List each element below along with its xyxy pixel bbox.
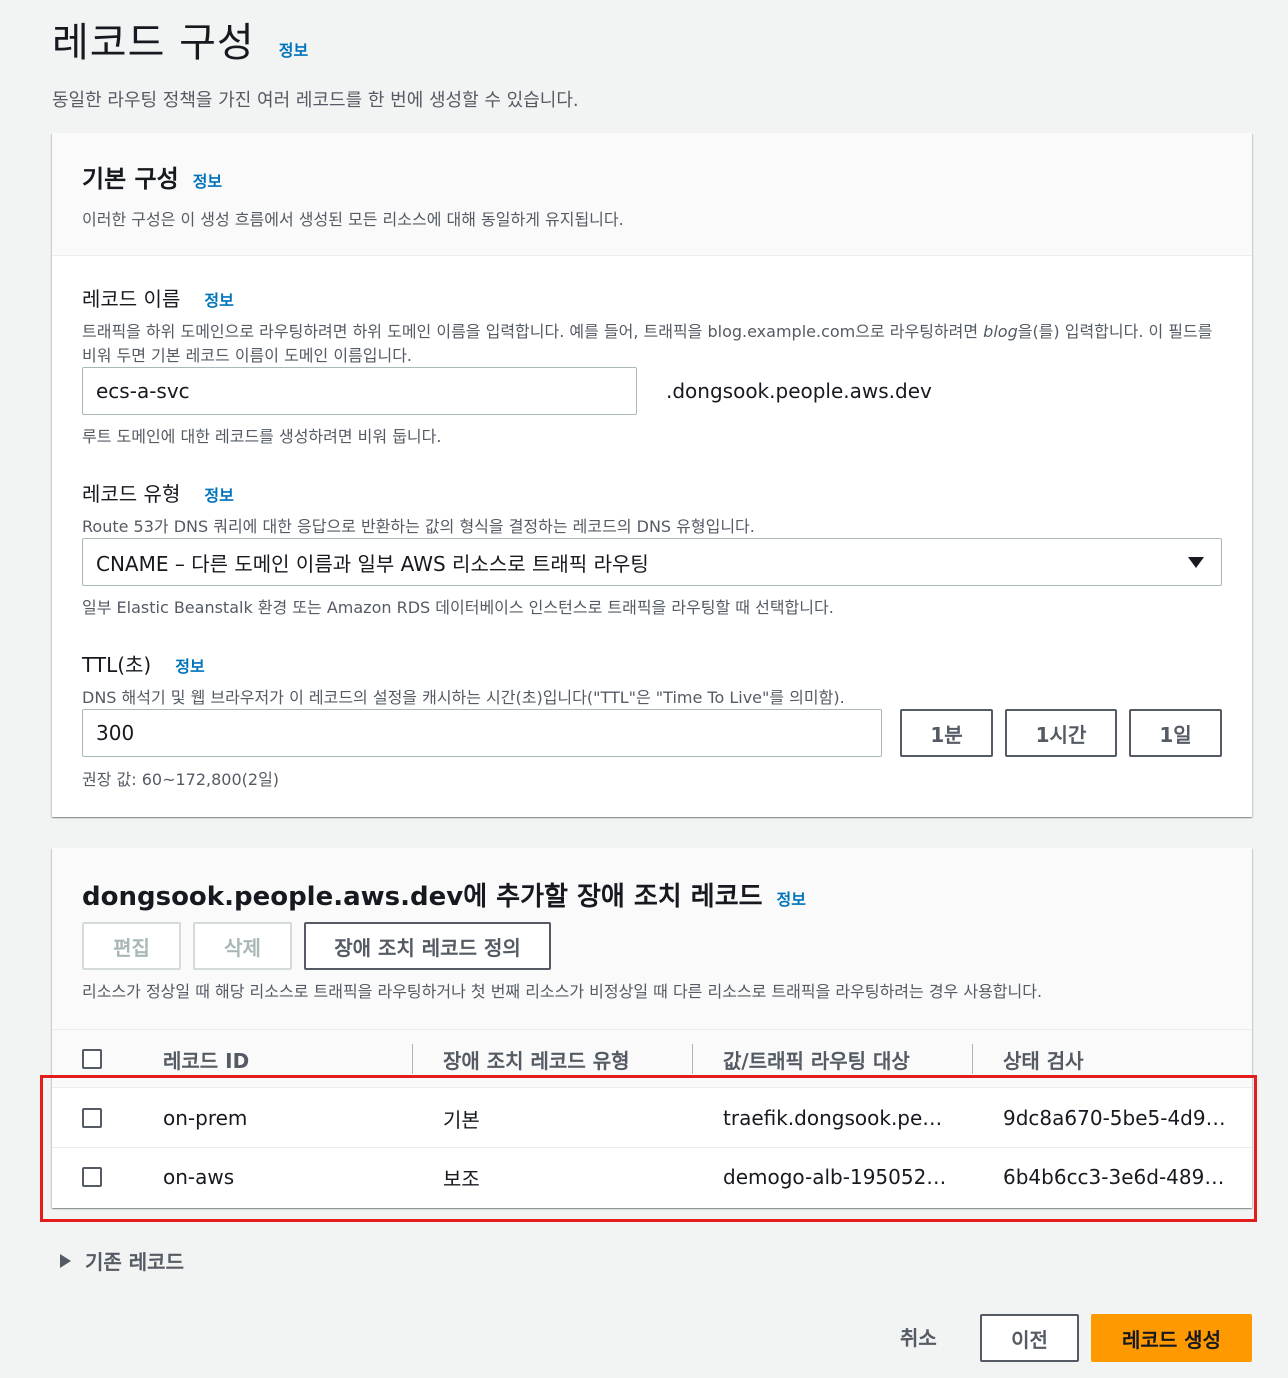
caret-down-icon (1188, 556, 1204, 568)
ttl-info-link[interactable]: 정보 (175, 653, 204, 677)
column-separator (692, 1044, 693, 1074)
record-type-description: Route 53가 DNS 쿼리에 대한 응답으로 반환하는 값의 형식을 결정… (82, 517, 755, 536)
failover-description: 리소스가 정상일 때 해당 리소스로 트래픽을 라우팅하거나 첫 번째 리소스가… (82, 982, 1043, 1001)
column-separator (972, 1044, 973, 1074)
record-type-info-link[interactable]: 정보 (204, 482, 233, 506)
ttl-input[interactable]: 300 (82, 709, 882, 757)
record-name-info-link[interactable]: 정보 (204, 287, 233, 311)
page-title: 레코드 구성 (52, 20, 255, 66)
record-type-label: 레코드 유형 (82, 482, 181, 506)
record-type-select[interactable]: CNAME – 다른 도메인 이름과 일부 AWS 리소스로 트래픽 라우팅 (82, 538, 1222, 586)
failover-records-title: dongsook.people.aws.dev에 추가할 장애 조치 레코드 (82, 882, 763, 912)
ttl-constraint: 권장 값: 60~172,800(2일) (82, 770, 280, 789)
ttl-description: DNS 해석기 및 웹 브라우저가 이 레코드의 설정을 캐시하는 시간(초)입… (82, 688, 845, 707)
basic-config-info-link[interactable]: 정보 (193, 168, 222, 192)
basic-config-header: 기본 구성 정보 이러한 구성은 이 생성 흐름에서 생성된 모든 리소스에 대… (52, 133, 1252, 256)
define-failover-record-button[interactable]: 장애 조치 레코드 정의 (304, 922, 551, 970)
basic-config-panel: 기본 구성 정보 이러한 구성은 이 생성 흐름에서 생성된 모든 리소스에 대… (52, 133, 1252, 817)
page-title-row: 레코드 구성 정보 (52, 10, 579, 68)
record-type-selected: CNAME – 다른 도메인 이름과 일부 AWS 리소스로 트래픽 라우팅 (96, 551, 649, 576)
page-header: 레코드 구성 정보 동일한 라우팅 정책을 가진 여러 레코드를 한 번에 생성… (52, 10, 579, 112)
domain-suffix: .dongsook.people.aws.dev (666, 379, 932, 403)
ttl-1-day-button[interactable]: 1일 (1129, 709, 1222, 757)
rows-highlight-box (40, 1075, 1257, 1222)
failover-records-header: dongsook.people.aws.dev에 추가할 장애 조치 레코드 정… (52, 848, 1252, 1030)
previous-button[interactable]: 이전 (980, 1314, 1079, 1362)
caret-right-icon (60, 1253, 71, 1268)
failover-info-link[interactable]: 정보 (777, 886, 806, 910)
create-records-button[interactable]: 레코드 생성 (1091, 1314, 1252, 1362)
record-name-description: 트래픽을 하위 도메인으로 라우팅하려면 하위 도메인 이름을 입력합니다. 예… (82, 322, 1213, 365)
basic-config-title: 기본 구성 (82, 165, 179, 193)
column-separator (412, 1044, 413, 1074)
page-info-link[interactable]: 정보 (279, 37, 308, 61)
ttl-field: TTL(초) 정보 DNS 해석기 및 웹 브라우저가 이 레코드의 설정을 캐… (82, 649, 1222, 710)
ttl-1-minute-button[interactable]: 1분 (900, 709, 993, 757)
ttl-label: TTL(초) (82, 653, 152, 677)
existing-records-expander[interactable]: 기존 레코드 (60, 1246, 184, 1275)
record-name-constraint: 루트 도메인에 대한 레코드를 생성하려면 비워 둡니다. (82, 427, 442, 446)
record-name-input[interactable]: ecs-a-svc (82, 367, 637, 415)
basic-config-description: 이러한 구성은 이 생성 흐름에서 생성된 모든 리소스에 대해 동일하게 유지… (82, 210, 624, 229)
ttl-1-hour-button[interactable]: 1시간 (1005, 709, 1117, 757)
delete-button[interactable]: 삭제 (193, 922, 292, 970)
existing-records-label: 기존 레코드 (85, 1250, 184, 1274)
cancel-button[interactable]: 취소 (900, 1322, 937, 1351)
edit-button[interactable]: 편집 (82, 922, 181, 970)
page-description: 동일한 라우팅 정책을 가진 여러 레코드를 한 번에 생성할 수 있습니다. (52, 90, 579, 111)
select-all-checkbox[interactable] (82, 1049, 102, 1069)
record-type-field: 레코드 유형 정보 Route 53가 DNS 쿼리에 대한 응답으로 반환하는… (82, 478, 1222, 539)
record-name-field: 레코드 이름 정보 트래픽을 하위 도메인으로 라우팅하려면 하위 도메인 이름… (82, 283, 1222, 368)
record-type-constraint: 일부 Elastic Beanstalk 환경 또는 Amazon RDS 데이… (82, 598, 834, 617)
record-name-label: 레코드 이름 (82, 287, 181, 311)
